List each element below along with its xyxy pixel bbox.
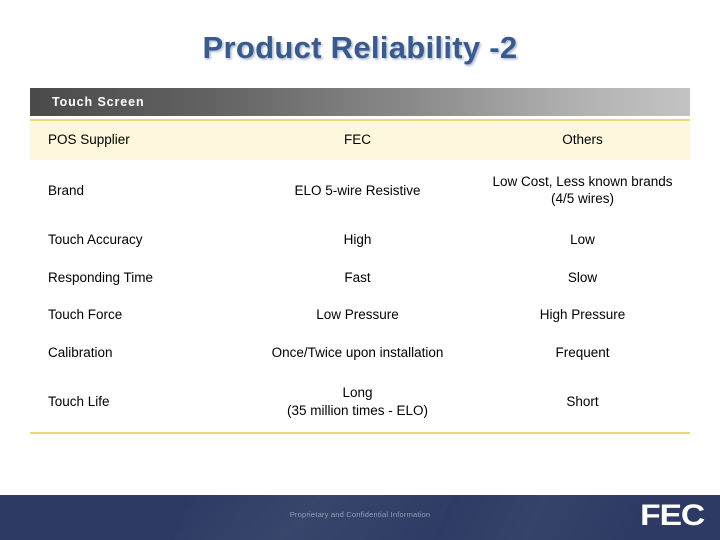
- cell-fec-touch-life-line1: Long: [342, 385, 373, 401]
- row-label-calibration: Calibration: [48, 344, 113, 360]
- table-row: Touch Accuracy High Low: [30, 221, 690, 259]
- section-band: Touch Screen: [30, 88, 690, 116]
- cell-others-brand: Low Cost, Less known brands (4/5 wires): [475, 160, 690, 221]
- table-row: Touch Life Long (35 million times - ELO)…: [30, 371, 690, 435]
- cell-others-touch-life: Short: [475, 371, 690, 435]
- page-title: Product Reliability -2: [202, 30, 518, 65]
- slide-footer: Proprietary and Confidential Information…: [0, 495, 720, 540]
- column-header-others: Others: [475, 119, 690, 160]
- row-label-touch-accuracy: Touch Accuracy: [48, 231, 143, 247]
- section-band-label: Touch Screen: [52, 95, 145, 109]
- table-row: Touch Force Low Pressure High Pressure: [30, 296, 690, 334]
- column-header-pos-supplier: POS Supplier: [30, 119, 240, 160]
- cell-fec-calibration: Once/Twice upon installation: [271, 344, 444, 360]
- table-body: Brand ELO 5-wire Resistive Low Cost, Les…: [30, 160, 690, 435]
- cell-fec-touch-force: Low Pressure: [316, 307, 399, 323]
- cell-others-brand-line1: Low Cost, Less known brands: [492, 173, 673, 189]
- row-label-touch-force: Touch Force: [48, 307, 123, 323]
- cell-fec-touch-life: Long (35 million times - ELO): [240, 371, 475, 435]
- cell-fec-brand: ELO 5-wire Resistive: [294, 182, 421, 198]
- row-label-responding-time: Responding Time: [48, 269, 154, 285]
- comparison-table: POS Supplier FEC Others Brand ELO 5-wire…: [30, 119, 690, 435]
- cell-others-calibration: Frequent: [555, 344, 610, 360]
- cell-others-touch-accuracy: Low: [570, 231, 595, 247]
- table-row: Brand ELO 5-wire Resistive Low Cost, Les…: [30, 160, 690, 221]
- row-label-touch-life: Touch Life: [30, 371, 240, 435]
- row-label-brand: Brand: [48, 182, 85, 198]
- column-header-fec: FEC: [240, 119, 475, 160]
- table-row: Responding Time Fast Slow: [30, 259, 690, 297]
- table-row: Calibration Once/Twice upon installation…: [30, 334, 690, 372]
- cell-fec-responding-time: Fast: [344, 269, 371, 285]
- cell-others-responding-time: Slow: [567, 269, 598, 285]
- cell-others-brand-line2: (4/5 wires): [550, 191, 614, 207]
- table-header-row: POS Supplier FEC Others: [30, 119, 690, 160]
- table-header: POS Supplier FEC Others: [30, 119, 690, 160]
- footer-confidentiality-note: Proprietary and Confidential Information: [289, 510, 431, 519]
- cell-others-touch-force: High Pressure: [539, 307, 626, 323]
- cell-fec-touch-life-line2: (35 million times - ELO): [286, 402, 429, 418]
- cell-fec-touch-accuracy: High: [343, 231, 372, 247]
- fec-logo: FEC: [640, 499, 705, 532]
